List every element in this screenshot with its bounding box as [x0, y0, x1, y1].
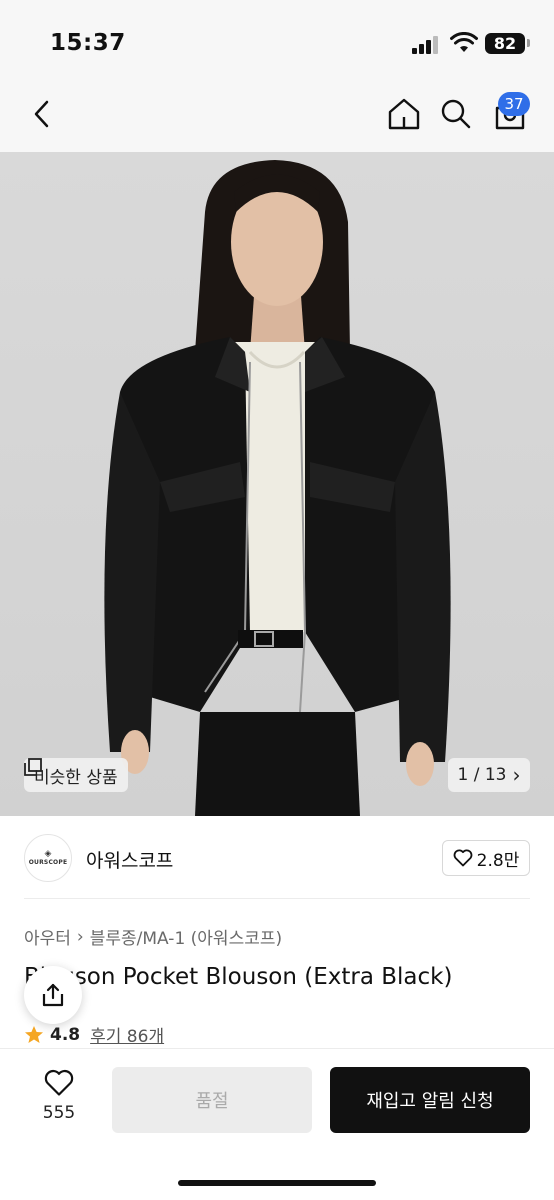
brand-like-button[interactable]: 2.8만: [442, 840, 530, 876]
search-button[interactable]: [436, 92, 476, 136]
battery-level: 82: [485, 33, 525, 54]
brand-logo-mark: ◈: [44, 849, 52, 859]
search-icon: [441, 99, 471, 129]
cart-count-badge: 37: [498, 92, 530, 116]
heart-icon: [44, 1069, 74, 1096]
chevron-right-icon: ›: [512, 763, 521, 787]
wishlist-button[interactable]: 555: [30, 1069, 88, 1135]
bottom-action-bar: 555 품절 재입고 알림 신청: [0, 1048, 554, 1200]
status-bar: 15:37 82: [0, 0, 554, 86]
home-icon: [388, 98, 420, 130]
share-button[interactable]: [24, 966, 82, 1024]
share-icon: [42, 983, 64, 1007]
status-time: 15:37: [50, 30, 126, 56]
battery-cap: [527, 39, 530, 47]
image-pager-button[interactable]: 1 / 13 ›: [448, 758, 530, 792]
breadcrumb: 아우터 › 블루종/MA-1 (아워스코프): [24, 924, 282, 950]
similar-products-button[interactable]: 비슷한 상품: [24, 758, 128, 792]
rating-value: 4.8: [50, 1024, 81, 1045]
chevron-left-icon: [34, 100, 49, 128]
restock-notify-button[interactable]: 재입고 알림 신청: [330, 1067, 530, 1133]
rating-row: 4.8 후기 86개: [24, 1022, 164, 1047]
product-image-carousel[interactable]: 비슷한 상품 1 / 13 ›: [0, 152, 554, 816]
breadcrumb-subcategory[interactable]: 블루종/MA-1 (아워스코프): [90, 924, 282, 949]
star-icon: [25, 1025, 43, 1043]
similar-products-label: 비슷한 상품: [34, 767, 118, 788]
home-button[interactable]: [384, 92, 424, 136]
brand-logo[interactable]: ◈ OURSCOPE: [24, 834, 72, 882]
chevron-right-icon: ›: [76, 926, 84, 947]
product-title: Blouson Pocket Blouson (Extra Black): [24, 964, 453, 990]
signal-icon: [412, 36, 442, 54]
wifi-icon: [450, 32, 478, 52]
heart-icon: [453, 849, 473, 867]
brand-like-count: 2.8만: [476, 850, 520, 871]
brand-row: ◈ OURSCOPE 아워스코프 2.8만: [0, 816, 554, 900]
navigation-bar: [0, 86, 554, 152]
divider: [24, 898, 530, 899]
back-button[interactable]: [22, 94, 62, 134]
soldout-button[interactable]: 품절: [112, 1067, 312, 1133]
image-pager-count: 1 / 13: [457, 765, 507, 785]
product-photo: [104, 160, 451, 816]
review-count-link[interactable]: 후기 86개: [90, 1022, 164, 1047]
home-indicator: [178, 1180, 376, 1186]
wishlist-count: 555: [42, 1103, 76, 1123]
breadcrumb-category[interactable]: 아우터: [24, 924, 71, 949]
brand-name-link[interactable]: 아워스코프: [86, 846, 173, 873]
brand-logo-text: OURSCOPE: [28, 859, 68, 866]
stack-icon: [24, 758, 42, 776]
